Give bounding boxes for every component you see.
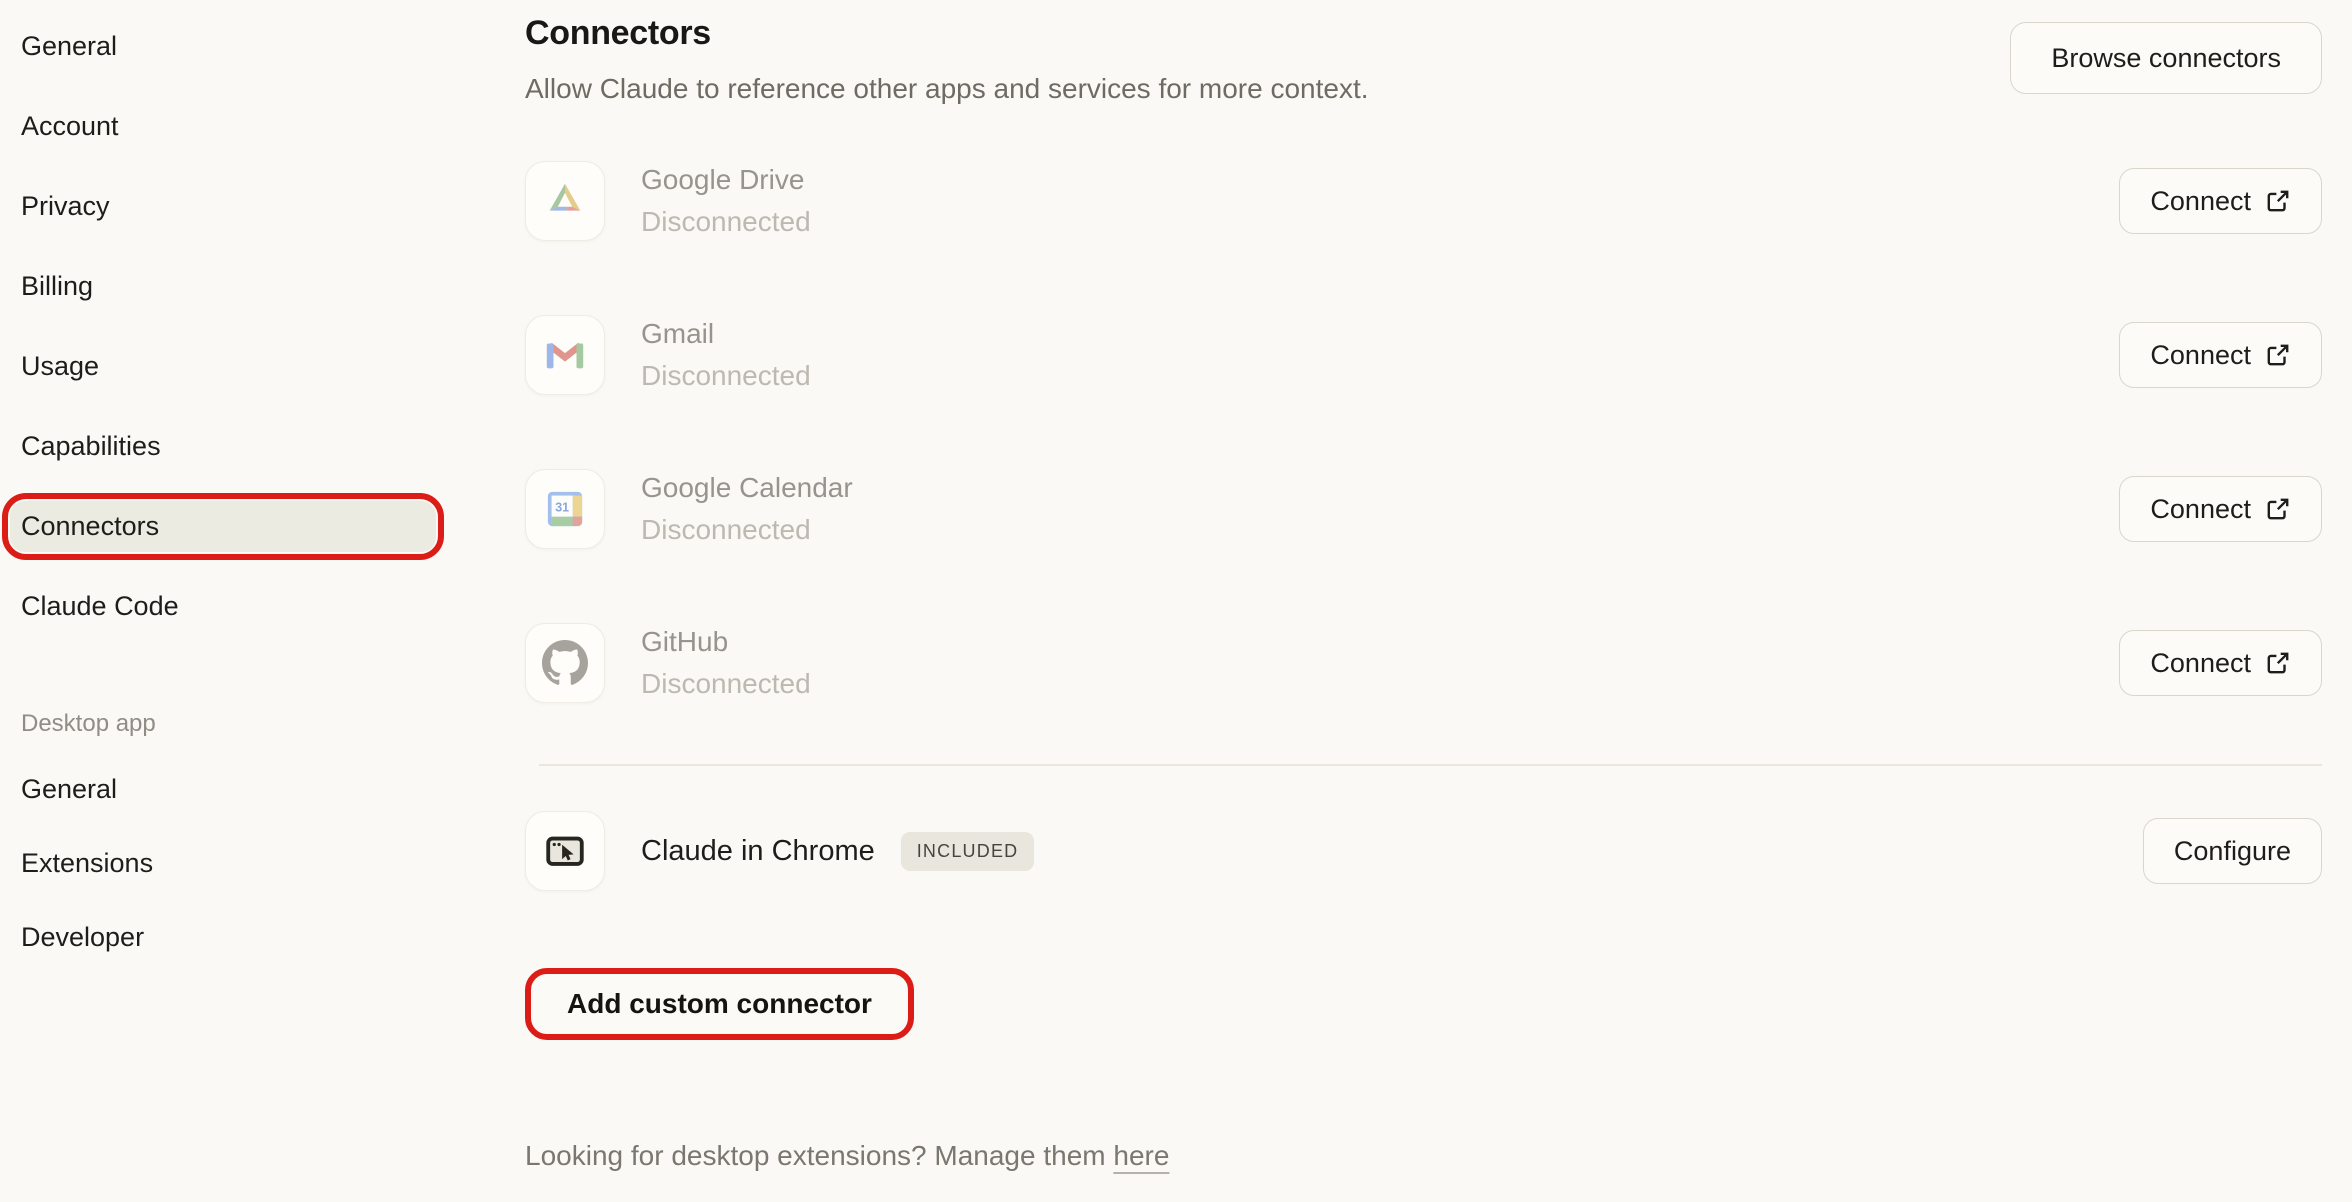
sidebar-section-desktop-app: Desktop app: [0, 696, 470, 752]
google-calendar-icon: 31: [525, 469, 605, 549]
connectors-panel: Connectors Allow Claude to reference oth…: [525, 0, 2322, 1172]
sidebar-item-usage[interactable]: Usage: [0, 326, 470, 406]
connector-status: Disconnected: [641, 514, 853, 546]
connect-github-button[interactable]: Connect: [2119, 630, 2322, 696]
sidebar-item-connectors-row: Connectors: [0, 486, 470, 566]
panel-header-text: Connectors Allow Claude to reference oth…: [525, 14, 1369, 105]
included-badge: INCLUDED: [901, 832, 1035, 871]
connector-text: Google Drive Disconnected: [641, 164, 811, 238]
sidebar-item-billing[interactable]: Billing: [0, 246, 470, 326]
connector-row-claude-in-chrome: Claude in Chrome INCLUDED Configure: [525, 774, 2322, 928]
connector-name: Gmail: [641, 318, 811, 350]
connector-status: Disconnected: [641, 206, 811, 238]
connect-button-label: Connect: [2150, 494, 2251, 525]
connect-gmail-button[interactable]: Connect: [2119, 322, 2322, 388]
connector-status: Disconnected: [641, 668, 811, 700]
github-icon: [525, 623, 605, 703]
connector-row-google-calendar: 31 Google Calendar Disconnected Connect: [525, 432, 2322, 586]
connectors-list: Google Drive Disconnected Connect: [525, 124, 2322, 740]
sidebar-item-account[interactable]: Account: [0, 86, 470, 166]
connector-row-gmail: Gmail Disconnected Connect: [525, 278, 2322, 432]
connector-text: GitHub Disconnected: [641, 626, 811, 700]
chrome-row-text: Claude in Chrome INCLUDED: [641, 832, 1034, 871]
configure-claude-in-chrome-button[interactable]: Configure: [2143, 818, 2322, 884]
connector-name: Google Drive: [641, 164, 811, 196]
note-text: Looking for desktop extensions? Manage t…: [525, 1140, 1113, 1171]
red-annotation-ring-connectors: Connectors: [2, 493, 444, 560]
gmail-icon: [525, 315, 605, 395]
sidebar-item-privacy[interactable]: Privacy: [0, 166, 470, 246]
connect-button-label: Connect: [2150, 186, 2251, 217]
red-annotation-ring-add-custom: Add custom connector: [525, 968, 914, 1040]
page-subtitle: Allow Claude to reference other apps and…: [525, 73, 1369, 105]
section-divider: [539, 764, 2322, 766]
connector-status: Disconnected: [641, 360, 811, 392]
external-link-icon: [2265, 188, 2291, 214]
external-link-icon: [2265, 496, 2291, 522]
connector-text: Google Calendar Disconnected: [641, 472, 853, 546]
page-title: Connectors: [525, 14, 1369, 53]
external-link-icon: [2265, 650, 2291, 676]
google-drive-icon: [525, 161, 605, 241]
external-link-icon: [2265, 342, 2291, 368]
sidebar-item-desktop-developer[interactable]: Developer: [0, 900, 470, 974]
connector-row-github: GitHub Disconnected Connect: [525, 586, 2322, 740]
sidebar-item-connectors[interactable]: Connectors: [10, 501, 436, 552]
settings-sidebar: General Account Privacy Billing Usage Ca…: [0, 0, 470, 974]
connector-name: Claude in Chrome: [641, 835, 875, 868]
connect-button-label: Connect: [2150, 648, 2251, 679]
browse-connectors-button[interactable]: Browse connectors: [2010, 22, 2322, 94]
sidebar-item-desktop-general[interactable]: General: [0, 752, 470, 826]
manage-extensions-link[interactable]: here: [1113, 1140, 1169, 1171]
connector-name: GitHub: [641, 626, 811, 658]
calendar-day-number: 31: [555, 500, 569, 514]
connect-google-calendar-button[interactable]: Connect: [2119, 476, 2322, 542]
sidebar-item-desktop-extensions[interactable]: Extensions: [0, 826, 470, 900]
connector-name: Google Calendar: [641, 472, 853, 504]
connect-button-label: Connect: [2150, 340, 2251, 371]
add-custom-connector-button[interactable]: Add custom connector: [533, 976, 906, 1032]
connect-google-drive-button[interactable]: Connect: [2119, 168, 2322, 234]
sidebar-item-claude-code[interactable]: Claude Code: [0, 566, 470, 646]
claude-in-chrome-icon: [525, 811, 605, 891]
panel-header: Connectors Allow Claude to reference oth…: [525, 0, 2322, 105]
connector-text: Gmail Disconnected: [641, 318, 811, 392]
sidebar-item-capabilities[interactable]: Capabilities: [0, 406, 470, 486]
connector-row-google-drive: Google Drive Disconnected Connect: [525, 124, 2322, 278]
desktop-extensions-note: Looking for desktop extensions? Manage t…: [525, 1140, 2322, 1172]
add-custom-connector-area: Add custom connector: [525, 968, 914, 1040]
sidebar-item-general[interactable]: General: [0, 6, 470, 86]
